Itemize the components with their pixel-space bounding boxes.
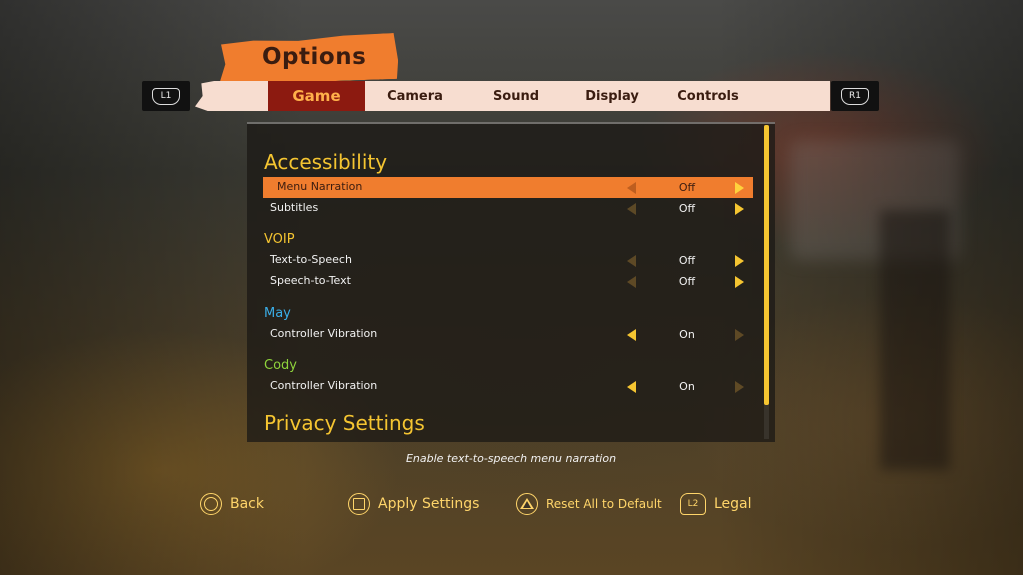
setting-label: Controller Vibration xyxy=(270,327,378,340)
section-heading-may: May xyxy=(264,306,291,321)
arrow-right-icon[interactable] xyxy=(735,203,744,215)
setting-value: On xyxy=(679,328,695,341)
setting-row-text-to-speech[interactable]: Text-to-Speech Off xyxy=(263,250,753,271)
arrow-left-icon[interactable] xyxy=(627,329,636,341)
section-heading-privacy: Privacy Settings xyxy=(264,411,425,435)
l2-button-icon: L2 xyxy=(680,493,706,515)
back-label: Back xyxy=(230,496,264,512)
arrow-right-icon[interactable] xyxy=(735,182,744,194)
arrow-left-icon[interactable] xyxy=(627,255,636,267)
section-heading-voip: VOIP xyxy=(264,232,295,247)
setting-description: Enable text-to-speech menu narration xyxy=(405,452,617,465)
setting-label: Menu Narration xyxy=(277,180,363,193)
square-button-icon xyxy=(348,493,370,515)
back-button[interactable]: Back xyxy=(200,491,264,517)
setting-value: Off xyxy=(678,181,696,194)
setting-value: On xyxy=(679,380,695,393)
arrow-left-icon[interactable] xyxy=(627,182,636,194)
r1-icon: R1 xyxy=(841,87,869,105)
triangle-button-icon xyxy=(516,493,538,515)
arrow-left-icon[interactable] xyxy=(627,381,636,393)
tab-controls[interactable]: Controls xyxy=(664,81,752,111)
tab-camera[interactable]: Camera xyxy=(370,81,460,111)
arrow-left-icon[interactable] xyxy=(627,203,636,215)
arrow-right-icon[interactable] xyxy=(735,255,744,267)
setting-label: Speech-to-Text xyxy=(270,274,351,287)
setting-value: Off xyxy=(678,275,696,288)
setting-row-menu-narration[interactable]: Menu Narration Off xyxy=(263,177,753,198)
apply-settings-button[interactable]: Apply Settings xyxy=(348,491,479,517)
setting-row-subtitles[interactable]: Subtitles Off xyxy=(263,198,753,219)
setting-row-may-controller-vibration[interactable]: Controller Vibration On xyxy=(263,324,753,345)
setting-label: Controller Vibration xyxy=(270,379,378,392)
legal-button[interactable]: L2 Legal xyxy=(680,491,752,517)
reset-label: Reset All to Default xyxy=(546,497,662,511)
legal-label: Legal xyxy=(714,496,752,512)
tab-sound[interactable]: Sound xyxy=(472,81,560,111)
apply-label: Apply Settings xyxy=(378,496,480,512)
setting-label: Text-to-Speech xyxy=(270,253,352,266)
tab-display[interactable]: Display xyxy=(568,81,656,111)
section-heading-cody: Cody xyxy=(264,358,297,373)
setting-value: Off xyxy=(678,254,696,267)
section-heading-accessibility: Accessibility xyxy=(264,150,388,174)
arrow-right-icon[interactable] xyxy=(735,329,744,341)
setting-value: Off xyxy=(678,202,696,215)
tab-game[interactable]: Game xyxy=(268,81,365,111)
page-title: Options xyxy=(262,44,367,70)
circle-button-icon xyxy=(200,493,222,515)
setting-row-speech-to-text[interactable]: Speech-to-Text Off xyxy=(263,271,753,292)
arrow-left-icon[interactable] xyxy=(627,276,636,288)
arrow-right-icon[interactable] xyxy=(735,381,744,393)
arrow-right-icon[interactable] xyxy=(735,276,744,288)
l1-icon: L1 xyxy=(152,87,180,105)
setting-label: Subtitles xyxy=(270,201,319,214)
scrollbar-thumb[interactable] xyxy=(764,125,769,405)
l1-shoulder-button[interactable]: L1 xyxy=(142,81,190,111)
r1-shoulder-button[interactable]: R1 xyxy=(831,81,879,111)
reset-all-button[interactable]: Reset All to Default xyxy=(516,491,662,517)
setting-row-cody-controller-vibration[interactable]: Controller Vibration On xyxy=(263,376,753,397)
